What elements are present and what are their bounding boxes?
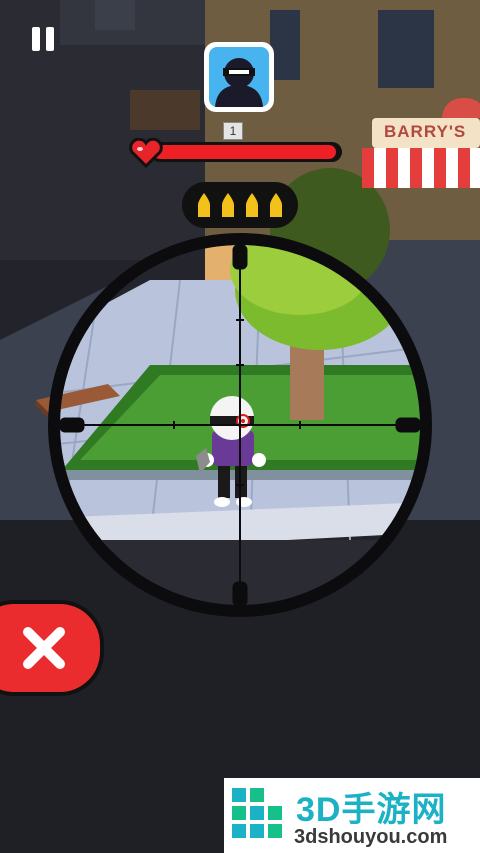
bullet-icon [198, 193, 210, 217]
target-count: 1 [223, 122, 243, 140]
health-fill [153, 145, 336, 159]
close-icon [23, 627, 65, 669]
watermark: 3D手游网 3dshouyou.com [224, 778, 480, 853]
heart-icon [128, 137, 164, 169]
watermark-url: 3dshouyou.com [294, 826, 448, 848]
watermark-logo-icon [232, 788, 282, 838]
shop-sign-text: BARRY'S [384, 122, 467, 141]
game-screen: BARRY'S 1 3D手游网 3dshouyou.com [0, 0, 480, 853]
bullet-icon [222, 193, 234, 217]
pause-button[interactable] [28, 24, 62, 54]
target-portrait-icon [209, 47, 269, 107]
cancel-scope-button[interactable] [0, 600, 104, 696]
target-portrait [204, 42, 274, 112]
bullet-icon [270, 193, 282, 217]
watermark-title: 3D手游网 [296, 791, 447, 829]
shop-awning [362, 148, 480, 188]
shop-sign: BARRY'S [362, 98, 480, 204]
health-bar [150, 142, 342, 162]
bullet-icon [246, 193, 258, 217]
ammo-panel [182, 182, 298, 228]
pause-icon [32, 27, 40, 51]
